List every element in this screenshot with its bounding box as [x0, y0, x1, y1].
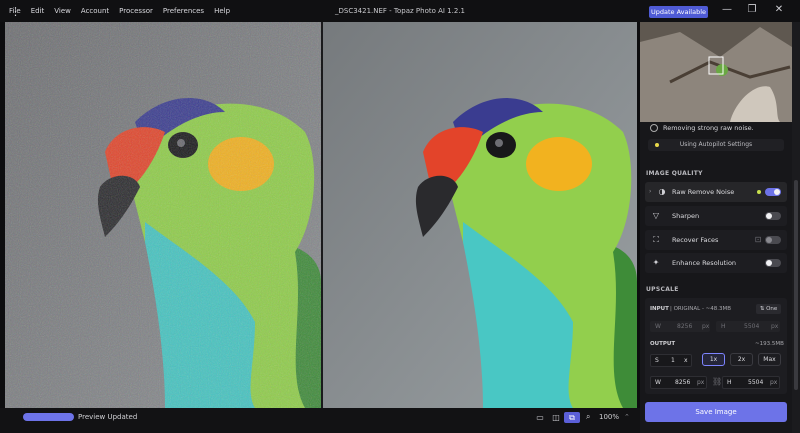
- scale-value[interactable]: 1: [671, 355, 675, 366]
- scale-2x-button[interactable]: 2x: [730, 353, 753, 366]
- output-size: ~193.5MB: [755, 341, 784, 347]
- filter-sharpen[interactable]: ▽ Sharpen: [645, 206, 787, 226]
- filter-label: Sharpen: [672, 212, 700, 220]
- unit-label: px: [697, 379, 705, 386]
- upscale-heading: UPSCALE: [646, 286, 679, 293]
- autopilot-label: Using Autopilot Settings: [679, 141, 753, 148]
- filter-label: Recover Faces: [672, 236, 719, 244]
- zoom-level[interactable]: 100%: [599, 413, 619, 421]
- restore-icon[interactable]: ❐: [745, 3, 759, 17]
- menu-preferences[interactable]: Preferences: [163, 7, 204, 15]
- scale-1x-button[interactable]: 1x: [702, 353, 725, 366]
- face-icon: ⛶: [653, 235, 659, 244]
- raw-remove-noise-toggle[interactable]: [765, 188, 781, 196]
- filter-label: Enhance Resolution: [672, 259, 737, 267]
- link-dimensions-icon[interactable]: ⛓: [712, 377, 722, 386]
- sharpen-toggle[interactable]: [765, 212, 781, 220]
- autopilot-indicator-icon: [655, 143, 659, 147]
- scale-field[interactable]: S 1 x: [650, 354, 692, 367]
- input-subtitle: | ORIGINAL - ~48.3MB: [670, 306, 732, 312]
- preview-progress-bar: [23, 413, 74, 421]
- width-label: W: [655, 379, 661, 386]
- lock-icon: ⊡: [754, 235, 762, 244]
- original-image-pane[interactable]: [5, 22, 321, 408]
- sharpen-icon: ▽: [652, 211, 660, 220]
- filter-raw-remove-noise[interactable]: › ◑ Raw Remove Noise: [645, 182, 787, 202]
- height-value: 5504: [744, 323, 760, 330]
- height-label: H: [727, 379, 732, 386]
- autopilot-status: Removing strong raw noise.: [663, 124, 754, 132]
- width-value: 8256: [677, 323, 693, 330]
- width-label: W: [655, 323, 661, 330]
- image-quality-heading: IMAGE QUALITY: [646, 170, 703, 177]
- status-spinner-icon: [650, 124, 658, 132]
- filter-recover-faces[interactable]: ⛶ Recover Faces ⊡: [645, 230, 787, 250]
- zoom-caret-icon[interactable]: ⌃: [624, 413, 630, 421]
- zoom-icon[interactable]: ⌕: [586, 412, 590, 422]
- enhance-resolution-toggle[interactable]: [765, 259, 781, 267]
- menu-account[interactable]: Account: [81, 7, 109, 15]
- split-view-icon[interactable]: ◫: [548, 412, 564, 423]
- unit-label: px: [770, 379, 778, 386]
- noise-icon: ◑: [658, 187, 666, 196]
- output-height-field[interactable]: H 5504 px: [722, 376, 780, 389]
- scale-x: x: [684, 357, 688, 364]
- single-view-icon[interactable]: ▭: [532, 412, 548, 423]
- height-value[interactable]: 5504: [748, 377, 763, 388]
- filter-label: Raw Remove Noise: [672, 188, 735, 196]
- enhance-icon: ✦: [652, 258, 660, 267]
- menu-view[interactable]: View: [54, 7, 71, 15]
- processed-image-pane[interactable]: [323, 22, 637, 408]
- navigator-thumbnail[interactable]: [640, 22, 792, 122]
- minimize-icon[interactable]: —: [720, 3, 734, 17]
- menu-help[interactable]: Help: [214, 7, 230, 15]
- more-options-icon[interactable]: ⋮: [10, 5, 21, 19]
- menu-bar: File Edit View Account Processor Prefere…: [4, 0, 235, 22]
- active-indicator-icon: [757, 190, 761, 194]
- panel-scroll-thumb[interactable]: [794, 180, 798, 390]
- side-by-side-view-icon[interactable]: ⧉: [564, 412, 580, 423]
- height-label: H: [721, 323, 726, 330]
- update-available-button[interactable]: Update Available: [649, 6, 708, 18]
- output-label: OUTPUT: [650, 341, 676, 347]
- input-width-field: W 8256 px: [650, 321, 710, 332]
- unit-label: px: [771, 323, 779, 330]
- recover-faces-toggle[interactable]: [765, 236, 781, 244]
- autopilot-settings-button[interactable]: Using Autopilot Settings: [648, 139, 784, 151]
- menu-edit[interactable]: Edit: [31, 7, 45, 15]
- chevron-right-icon[interactable]: ›: [649, 188, 651, 195]
- scale-label: S: [655, 357, 659, 364]
- preview-status-text: Preview Updated: [78, 413, 138, 421]
- one-button[interactable]: ⇅ One: [756, 304, 781, 314]
- unit-label: px: [702, 323, 710, 330]
- input-label: INPUT: [650, 306, 669, 312]
- menu-processor[interactable]: Processor: [119, 7, 153, 15]
- split-divider[interactable]: [321, 22, 323, 408]
- output-width-field[interactable]: W 8256 px: [650, 376, 707, 389]
- close-icon[interactable]: ✕: [772, 3, 786, 17]
- width-value[interactable]: 8256: [675, 377, 690, 388]
- save-image-button[interactable]: Save Image: [645, 402, 787, 422]
- input-height-field: H 5504 px: [716, 321, 780, 332]
- filter-enhance-resolution[interactable]: ✦ Enhance Resolution: [645, 253, 787, 273]
- one-label: One: [766, 306, 778, 312]
- scale-max-button[interactable]: Max: [758, 353, 781, 366]
